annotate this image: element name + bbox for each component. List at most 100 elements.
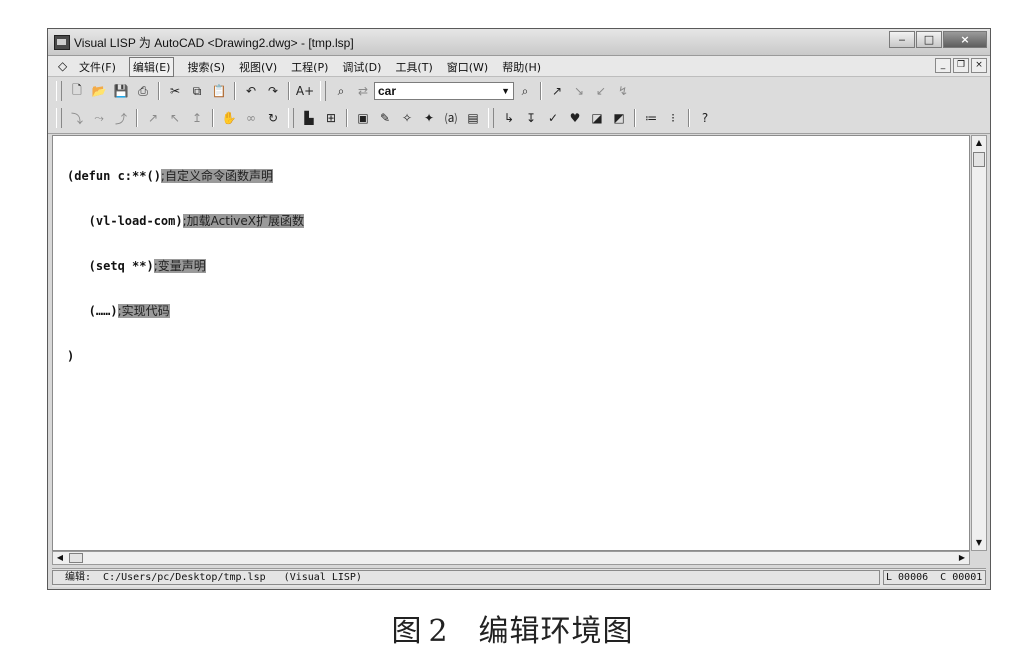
close-button[interactable]: × (943, 31, 987, 48)
menu-file[interactable]: 文件(F) (78, 59, 117, 77)
code-segment: (vl-load-com) (67, 214, 183, 228)
numbered-list-icon[interactable]: ⁝ (663, 109, 683, 127)
code-segment: ) (67, 349, 75, 363)
code-segment: (setq **) (67, 259, 154, 273)
status-bar: 编辑: C:/Users/pc/Desktop/tmp.lsp (Visual … (52, 568, 986, 587)
check-window-icon[interactable]: ✧ (397, 109, 417, 127)
select-window-icon[interactable]: ⊞ (321, 109, 341, 127)
add-watch-icon[interactable]: ∞ (241, 109, 261, 127)
code-text: (defun c:**();自定义命令函数声明 (vl-load-com);加载… (67, 139, 304, 394)
toggle-bookmark-icon[interactable]: ↗ (547, 82, 567, 100)
document-controls: _ ❐ × (933, 58, 987, 73)
status-file-path: 编辑: C:/Users/pc/Desktop/tmp.lsp (Visual … (52, 570, 880, 585)
code-line: (defun c:**();自定义命令函数声明 (67, 169, 304, 184)
menu-debug[interactable]: 调试(D) (341, 59, 382, 77)
step-out-icon[interactable]: ⤴ (111, 109, 131, 127)
menu-help[interactable]: 帮助(H) (501, 59, 542, 77)
toolbar-grip[interactable] (488, 108, 494, 128)
menu-tools[interactable]: 工具(T) (394, 59, 433, 77)
toolbar-row-1: 🗋 📂 💾 ⎙ ✂ ⧉ 📋 ↶ ↷ A+ ⌕ ⇄ car ▼ ⌕ ↗ ↘ ↙ ↯ (52, 78, 634, 104)
reset-icon[interactable]: ↥ (187, 109, 207, 127)
menu-window[interactable]: 窗口(W) (446, 59, 489, 77)
doc-restore-button[interactable]: ❐ (953, 58, 969, 73)
doc-minimize-button[interactable]: _ (935, 58, 951, 73)
save-icon[interactable]: 💾 (111, 82, 131, 100)
new-file-icon[interactable]: 🗋 (67, 82, 87, 100)
load-selection-icon[interactable]: ✎ (375, 109, 395, 127)
scroll-up-icon[interactable]: ▲ (972, 136, 986, 150)
visual-lisp-window: Visual LISP 为 AutoCAD <Drawing2.dwg> - [… (47, 28, 991, 590)
continue-icon[interactable]: ↗ (143, 109, 163, 127)
complete-word-icon[interactable]: A+ (295, 82, 315, 100)
paste-icon[interactable]: 📋 (209, 82, 229, 100)
load-text-icon[interactable]: ◪ (587, 109, 607, 127)
help-icon[interactable]: ? (695, 109, 715, 127)
caption-number: 2 (428, 614, 449, 649)
redo-icon[interactable]: ↷ (263, 82, 283, 100)
chevron-down-icon[interactable]: ▼ (501, 86, 510, 96)
step-into-icon[interactable]: ⤵ (67, 109, 87, 127)
doc-close-button[interactable]: × (971, 58, 987, 73)
lisp-logo-icon[interactable]: ◇ (58, 59, 67, 73)
copy-icon[interactable]: ⧉ (187, 82, 207, 100)
undo-icon[interactable]: ↶ (241, 82, 261, 100)
toolbar-grip[interactable] (320, 81, 326, 101)
prev-bookmark-icon[interactable]: ↙ (591, 82, 611, 100)
vertical-scrollbar[interactable]: ▲ ▼ (971, 135, 987, 551)
format-selection-icon[interactable]: ▤ (463, 109, 483, 127)
load-window-icon[interactable]: ▣ (353, 109, 373, 127)
quit-icon[interactable]: ↖ (165, 109, 185, 127)
app-icon (54, 35, 70, 50)
activate-autocad-icon[interactable]: ▙ (299, 109, 319, 127)
clear-bookmarks-icon[interactable]: ↯ (613, 82, 633, 100)
find-toolbar-icon[interactable]: ⌕ (515, 82, 535, 100)
print-icon[interactable]: ⎙ (133, 82, 153, 100)
code-line: ) (67, 349, 304, 364)
minimize-button[interactable]: ‒ (889, 31, 915, 48)
list-icon[interactable]: ≔ (641, 109, 661, 127)
status-cursor-position: L 00006 C 00001 (883, 570, 986, 585)
vertical-scroll-thumb[interactable] (973, 152, 985, 167)
cut-icon[interactable]: ✂ (165, 82, 185, 100)
open-file-icon[interactable]: 📂 (89, 82, 109, 100)
menu-project[interactable]: 工程(P) (290, 59, 329, 77)
uncomment-block-icon[interactable]: ↧ (521, 109, 541, 127)
format-icon[interactable]: ⒜ (441, 109, 461, 127)
search-combo[interactable]: car ▼ (374, 82, 514, 100)
toolbar-row-2: ⤵ ⤳ ⤴ ↗ ↖ ↥ ✋ ∞ ↻ ▙ ⊞ ▣ ✎ ✧ ✦ ⒜ ▤ ↳ ↧ ✓ … (52, 105, 716, 131)
toolbar-grip[interactable] (56, 81, 62, 101)
scroll-right-icon[interactable]: ▶ (955, 552, 969, 564)
toggle-breakpoint-icon[interactable]: ✋ (219, 109, 239, 127)
window-controls: ‒ □ × (888, 31, 987, 49)
maximize-button[interactable]: □ (916, 31, 942, 48)
minimize-icon: ‒ (898, 33, 906, 46)
check-selection-icon[interactable]: ✦ (419, 109, 439, 127)
code-segment: (defun c:**() (67, 169, 161, 183)
scroll-down-icon[interactable]: ▼ (972, 536, 986, 550)
horizontal-scrollbar[interactable]: ◀ ▶ (52, 551, 970, 565)
verify-icon[interactable]: ♥ (565, 109, 585, 127)
title-bar: Visual LISP 为 AutoCAD <Drawing2.dwg> - [… (48, 29, 990, 56)
code-editor[interactable]: (defun c:**();自定义命令函数声明 (vl-load-com);加载… (52, 135, 970, 551)
next-bookmark-icon[interactable]: ↘ (569, 82, 589, 100)
load-all-icon[interactable]: ◩ (609, 109, 629, 127)
menu-search[interactable]: 搜索(S) (186, 59, 226, 77)
search-value: car (378, 84, 397, 98)
code-segment: (……) (67, 304, 118, 318)
code-comment: ;变量声明 (153, 259, 206, 273)
toolbar-grip[interactable] (56, 108, 62, 128)
toolbar-grip[interactable] (288, 108, 294, 128)
scroll-left-icon[interactable]: ◀ (53, 552, 67, 564)
last-break-icon[interactable]: ↻ (263, 109, 283, 127)
horizontal-scroll-thumb[interactable] (69, 553, 83, 563)
comment-block-icon[interactable]: ↳ (499, 109, 519, 127)
code-comment: ;自定义命令函数声明 (160, 169, 273, 183)
step-over-icon[interactable]: ⤳ (89, 109, 109, 127)
menu-edit[interactable]: 编辑(E) (128, 57, 175, 77)
code-line: (……);实现代码 (67, 304, 304, 319)
find-icon[interactable]: ⌕ (331, 82, 351, 100)
toolbar-area: 🗋 📂 💾 ⎙ ✂ ⧉ 📋 ↶ ↷ A+ ⌕ ⇄ car ▼ ⌕ ↗ ↘ ↙ ↯… (48, 77, 990, 134)
check-text-icon[interactable]: ✓ (543, 109, 563, 127)
menu-view[interactable]: 视图(V) (238, 59, 278, 77)
replace-icon[interactable]: ⇄ (353, 82, 373, 100)
